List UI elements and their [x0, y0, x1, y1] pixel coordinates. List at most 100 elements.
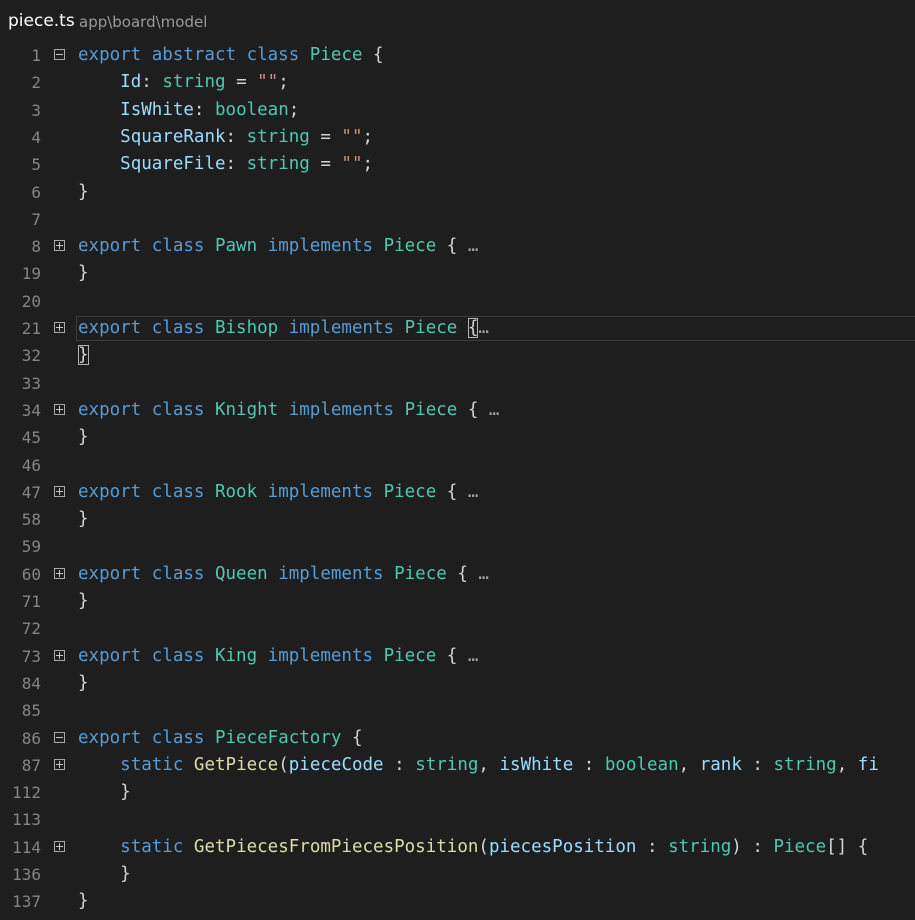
code-line[interactable]: 60 export class Queen implements Piece { …	[0, 561, 915, 588]
punctuation-token: }	[78, 509, 89, 530]
punctuation-token: }	[78, 891, 89, 912]
identifier-token: piecesPosition	[488, 836, 637, 857]
collapse-fold-icon[interactable]	[54, 49, 65, 60]
string-token: ""	[341, 154, 363, 175]
type-token: PieceFactory	[214, 727, 342, 748]
line-number: 21	[21, 319, 41, 338]
string-token: ""	[257, 72, 279, 93]
punctuation-token: :	[636, 836, 669, 857]
line-number: 33	[21, 373, 41, 393]
code-line[interactable]: 84}	[0, 670, 915, 697]
code-line[interactable]: 8 export class Pawn implements Piece { …	[0, 233, 915, 260]
folded-ellipsis[interactable]: …	[478, 564, 489, 584]
code-text: }	[78, 424, 89, 451]
code-line[interactable]: 6}	[0, 179, 915, 206]
folded-ellipsis[interactable]: …	[478, 318, 489, 338]
code-text: }	[78, 342, 89, 369]
punctuation-token: =	[309, 154, 342, 175]
expand-fold-icon[interactable]	[54, 649, 65, 661]
code-line[interactable]: 73 export class King implements Piece { …	[0, 643, 915, 670]
code-line[interactable]: 137}	[0, 888, 915, 915]
code-text: export class King implements Piece { …	[78, 643, 478, 670]
keyword-token: implements	[257, 236, 384, 257]
code-line[interactable]: 87 static GetPiece(pieceCode : string, i…	[0, 752, 915, 779]
line-number: 114	[12, 837, 41, 857]
code-line[interactable]: 7	[0, 206, 915, 233]
type-token: Pawn	[214, 236, 258, 257]
type-token: Piece	[404, 318, 458, 338]
collapse-fold-icon[interactable]	[54, 731, 65, 743]
type-token: Knight	[214, 399, 279, 420]
code-text: Id: string = "";	[78, 69, 289, 96]
punctuation-token: {	[457, 399, 489, 420]
code-line[interactable]: 47 export class Rook implements Piece { …	[0, 479, 915, 506]
punctuation-token: }	[78, 782, 131, 803]
code-line[interactable]: 34 export class Knight implements Piece {…	[0, 397, 915, 424]
code-text: }	[78, 861, 131, 888]
code-line[interactable]: 58}	[0, 506, 915, 533]
code-line[interactable]: 86 export class PieceFactory {	[0, 725, 915, 752]
line-number: 47	[21, 482, 41, 502]
line-number: 1	[31, 46, 41, 65]
code-line[interactable]: 2 Id: string = "";	[0, 69, 915, 96]
expand-fold-icon[interactable]	[54, 758, 65, 770]
expand-fold-icon[interactable]	[54, 567, 65, 579]
line-number: 72	[21, 619, 41, 639]
code-text: }	[78, 260, 89, 287]
code-line[interactable]: 3 IsWhite: boolean;	[0, 97, 915, 124]
code-text: }	[78, 670, 89, 697]
punctuation-token: {	[436, 236, 468, 257]
code-line[interactable]: 59	[0, 533, 915, 560]
punctuation-token	[78, 127, 120, 147]
code-text: }	[78, 506, 89, 533]
code-line[interactable]: 46	[0, 452, 915, 479]
expand-fold-icon[interactable]	[54, 485, 65, 497]
code-line[interactable]: 136 }	[0, 861, 915, 888]
folded-ellipsis[interactable]: …	[489, 400, 500, 420]
code-text: export class Queen implements Piece { …	[78, 561, 489, 588]
code-line[interactable]: 45}	[0, 424, 915, 451]
code-line[interactable]: 113	[0, 806, 915, 833]
punctuation-token: {	[446, 563, 479, 584]
identifier-token: Id	[120, 72, 142, 93]
expand-fold-icon[interactable]	[54, 240, 65, 252]
expand-fold-icon[interactable]	[54, 840, 65, 852]
code-line[interactable]: 5 SquareFile: string = "";	[0, 151, 915, 178]
line-number: 87	[21, 755, 41, 775]
code-line[interactable]: 20	[0, 288, 915, 315]
expand-fold-icon[interactable]	[54, 322, 65, 333]
code-line[interactable]: 1 export abstract class Piece {	[0, 42, 915, 69]
punctuation-token: }	[78, 427, 89, 448]
line-number: 5	[31, 155, 41, 175]
type-token: string	[668, 836, 732, 857]
code-line[interactable]: 32}	[0, 342, 915, 369]
folded-ellipsis[interactable]: …	[468, 236, 479, 256]
code-line[interactable]: 21 export class Bishop implements Piece {…	[0, 315, 915, 342]
code-line[interactable]: 112 }	[0, 779, 915, 806]
code-line[interactable]: 71}	[0, 588, 915, 615]
type-token: string	[415, 754, 479, 775]
code-text: }	[78, 179, 89, 206]
punctuation-token: :	[383, 754, 416, 775]
code-text: }	[78, 779, 131, 806]
tab-file-name[interactable]: piece.ts	[8, 11, 75, 31]
code-line[interactable]: 72	[0, 615, 915, 642]
line-number: 112	[12, 783, 41, 803]
code-line[interactable]: 19}	[0, 260, 915, 287]
identifier-token: IsWhite	[120, 99, 194, 120]
punctuation-token: ;	[362, 126, 374, 147]
line-number: 58	[21, 510, 41, 530]
line-number: 73	[21, 646, 41, 666]
code-line[interactable]: 114 static GetPiecesFromPiecesPosition(p…	[0, 834, 915, 861]
code-line[interactable]: 33	[0, 370, 915, 397]
code-line[interactable]: 4 SquareRank: string = "";	[0, 124, 915, 151]
type-token: Bishop	[214, 318, 279, 338]
function-token: GetPiece	[193, 754, 279, 775]
type-token: Piece	[383, 645, 437, 666]
folded-ellipsis[interactable]: …	[468, 646, 479, 666]
folded-ellipsis[interactable]: …	[468, 482, 479, 502]
code-text: export class Pawn implements Piece { …	[78, 233, 478, 260]
code-line[interactable]: 85	[0, 697, 915, 724]
code-editor[interactable]: 1 export abstract class Piece {2 Id: stri…	[0, 42, 915, 920]
expand-fold-icon[interactable]	[54, 403, 65, 415]
